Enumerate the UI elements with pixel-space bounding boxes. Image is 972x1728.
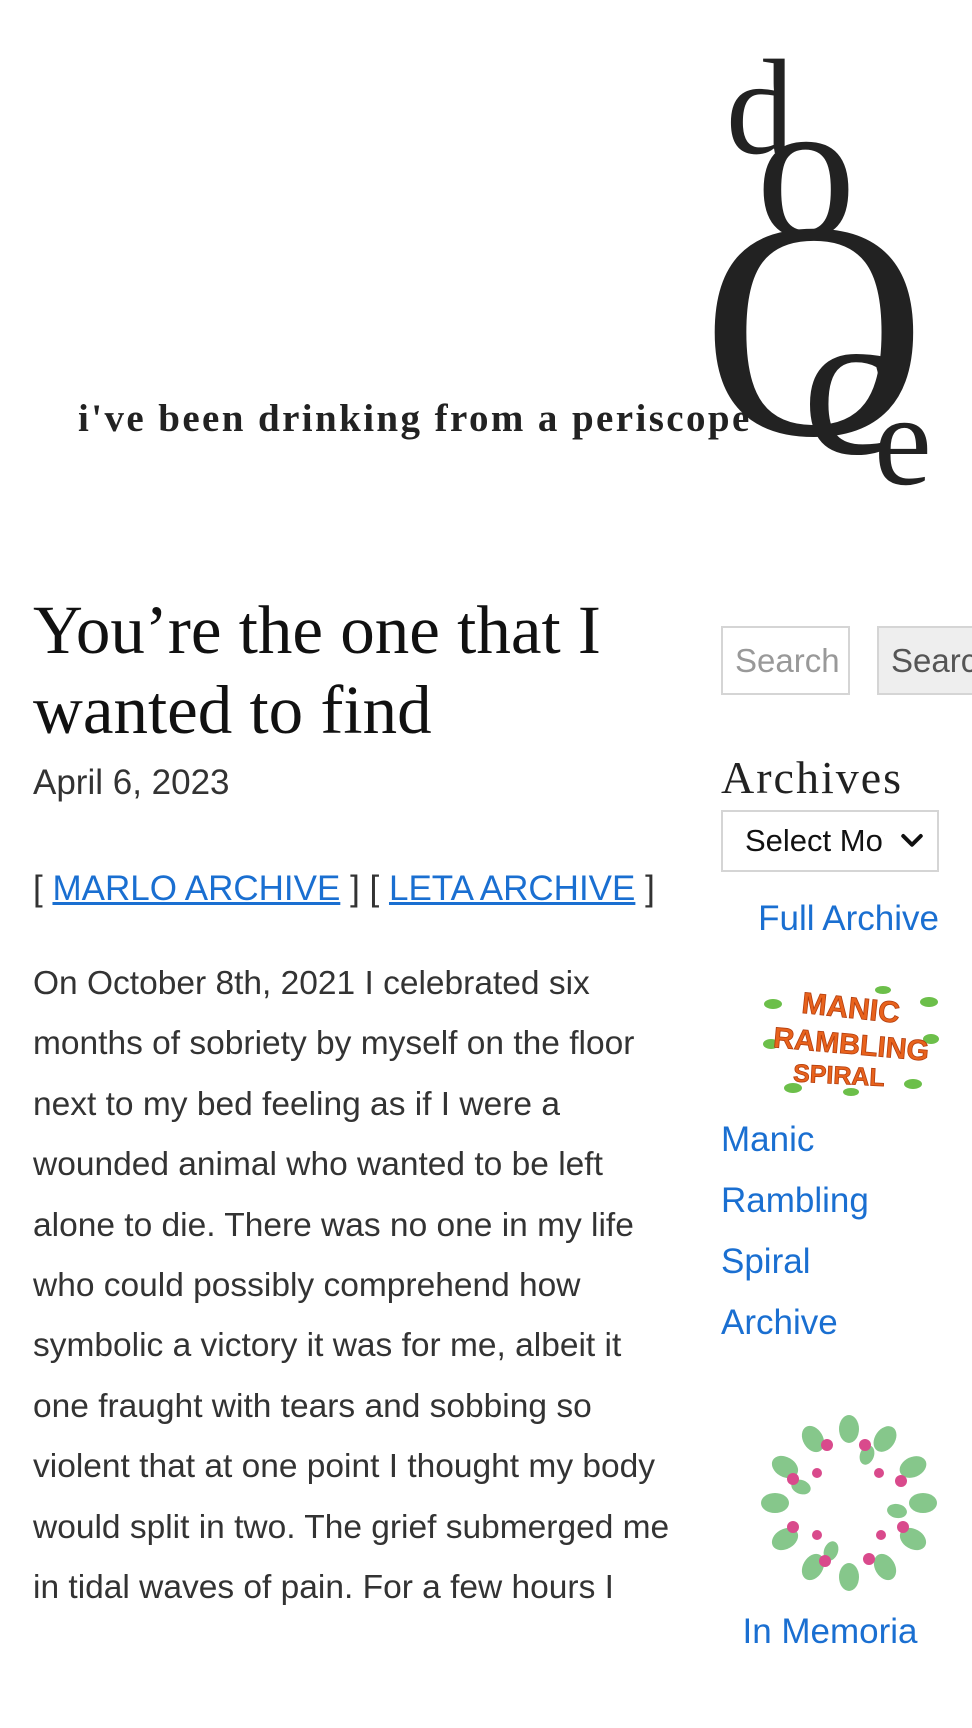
chevron-down-icon <box>901 834 923 847</box>
search-input[interactable]: Search <box>721 626 850 695</box>
site-header: i've been drinking from a periscope d o … <box>0 0 972 520</box>
marlo-archive-link[interactable]: MARLO ARCHIVE <box>52 869 340 908</box>
archives-dropdown[interactable]: Select Month <box>721 810 939 872</box>
post-content: You’re the one that I wanted to find Apr… <box>33 590 673 1618</box>
post-title: You’re the one that I wanted to find <box>33 592 601 748</box>
leta-archive-link[interactable]: LETA ARCHIVE <box>389 869 635 908</box>
bracket-middle: ] [ <box>350 869 380 908</box>
archive-links: [ MARLO ARCHIVE ] [ LETA ARCHIVE ] <box>33 868 673 910</box>
post-body: On October 8th, 2021 I celebrated six mo… <box>33 965 670 1607</box>
mrs-word: SPIRAL <box>792 1059 885 1092</box>
archives-heading: Archives <box>721 752 904 803</box>
archives-dropdown-value: Select Month <box>745 823 885 858</box>
bracket-close: ] <box>645 869 655 908</box>
search-button[interactable]: Search <box>877 626 972 695</box>
manic-rambling-spiral-image[interactable]: MANIC RAMBLING SPIRAL <box>763 984 939 1096</box>
full-archive-link[interactable]: Full Archive <box>721 898 939 940</box>
manic-rambling-spiral-archive-link[interactable]: Manic Rambling Spiral Archive <box>721 1109 921 1353</box>
post-date: April 6, 2023 <box>33 763 230 802</box>
site-tagline: i've been drinking from a periscope <box>78 397 752 440</box>
search-form: Search Search <box>721 626 972 696</box>
in-memoriam-link[interactable]: In Memoria <box>721 1602 939 1662</box>
sidebar: Search Search Archives Select Month Full… <box>721 626 972 1662</box>
site-logo[interactable]: d o O c e <box>702 40 972 506</box>
logo-letter: e <box>874 369 932 513</box>
memoriam-wreath-image[interactable] <box>761 1415 937 1591</box>
bracket-open: [ <box>33 869 43 908</box>
